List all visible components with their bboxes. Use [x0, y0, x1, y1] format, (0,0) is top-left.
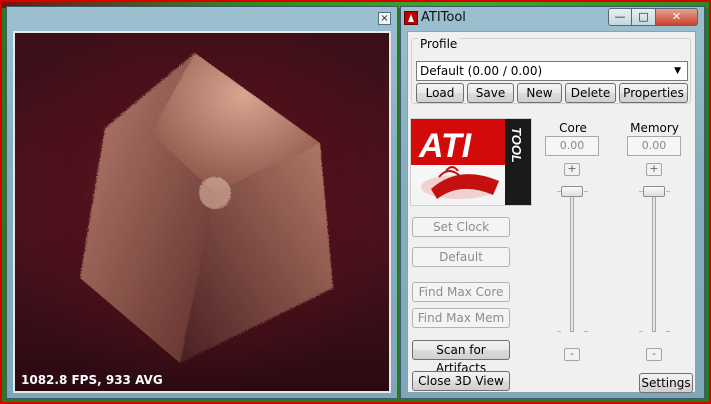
memory-tick — [666, 331, 670, 332]
properties-button[interactable]: Properties — [619, 83, 688, 103]
default-button[interactable]: Default — [412, 247, 510, 267]
core-increase-button[interactable]: + — [564, 163, 580, 176]
new-button[interactable]: New — [517, 83, 562, 103]
close-3d-view-button[interactable]: Close 3D View — [412, 371, 510, 391]
core-value-field[interactable]: 0.00 — [545, 136, 599, 156]
core-label: Core — [559, 121, 587, 135]
ati-tool-logo: ATI TOOL — [410, 118, 532, 206]
core-tick — [557, 331, 561, 332]
ati-logo-graphic: ATI TOOL — [411, 119, 531, 205]
core-tick — [584, 331, 588, 332]
save-button[interactable]: Save — [467, 83, 514, 103]
load-button[interactable]: Load — [416, 83, 464, 103]
memory-slider-thumb[interactable] — [643, 186, 665, 197]
furry-cube-render — [80, 53, 333, 363]
memory-tick — [666, 191, 670, 192]
core-slider-thumb[interactable] — [561, 186, 583, 197]
logo-tool-text: TOOL — [509, 127, 524, 163]
settings-button[interactable]: Settings — [639, 373, 693, 393]
logo-ati-text: ATI — [418, 127, 473, 165]
window-title: ATITool — [421, 10, 466, 25]
render-viewport: 1082.8 FPS, 933 AVG — [13, 31, 391, 393]
memory-tick — [639, 331, 643, 332]
close-button[interactable]: ✕ — [656, 8, 698, 26]
render-3d-titlebar[interactable] — [7, 7, 397, 29]
memory-increase-button[interactable]: + — [646, 163, 662, 176]
render-3d-close-button[interactable]: × — [378, 12, 391, 25]
profile-select[interactable]: Default (0.00 / 0.00) ▼ — [416, 61, 688, 81]
profile-selected-value: Default (0.00 / 0.00) — [420, 64, 543, 78]
maximize-button[interactable]: □ — [632, 8, 656, 26]
core-tick — [584, 191, 588, 192]
render-3d-window: × 1082.8 FPS, 933 AVG — [6, 6, 398, 399]
profile-group: Profile Default (0.00 / 0.00) ▼ Load Sav… — [411, 37, 691, 104]
find-max-core-button[interactable]: Find Max Core — [412, 282, 510, 302]
find-max-mem-button[interactable]: Find Max Mem — [412, 308, 510, 328]
memory-label: Memory — [630, 121, 679, 135]
memory-decrease-button[interactable]: - — [646, 348, 662, 361]
core-decrease-button[interactable]: - — [564, 348, 580, 361]
app-icon — [404, 11, 418, 25]
minimize-button[interactable]: — — [608, 8, 632, 26]
profile-label: Profile — [418, 37, 460, 51]
atitool-window: ATITool — □ ✕ Profile Default (0.00 / 0.… — [400, 6, 705, 399]
atitool-client-area: Profile Default (0.00 / 0.00) ▼ Load Sav… — [407, 31, 696, 393]
window-controls: — □ ✕ — [608, 8, 698, 26]
chevron-down-icon: ▼ — [674, 66, 681, 76]
memory-value-field[interactable]: 0.00 — [627, 136, 681, 156]
delete-button[interactable]: Delete — [565, 83, 616, 103]
scan-for-artifacts-button[interactable]: Scan for Artifacts — [412, 340, 510, 375]
memory-slider-track[interactable] — [652, 186, 656, 332]
set-clock-button[interactable]: Set Clock — [412, 217, 510, 237]
core-slider-track[interactable] — [570, 186, 574, 332]
fps-counter: 1082.8 FPS, 933 AVG — [21, 373, 163, 387]
